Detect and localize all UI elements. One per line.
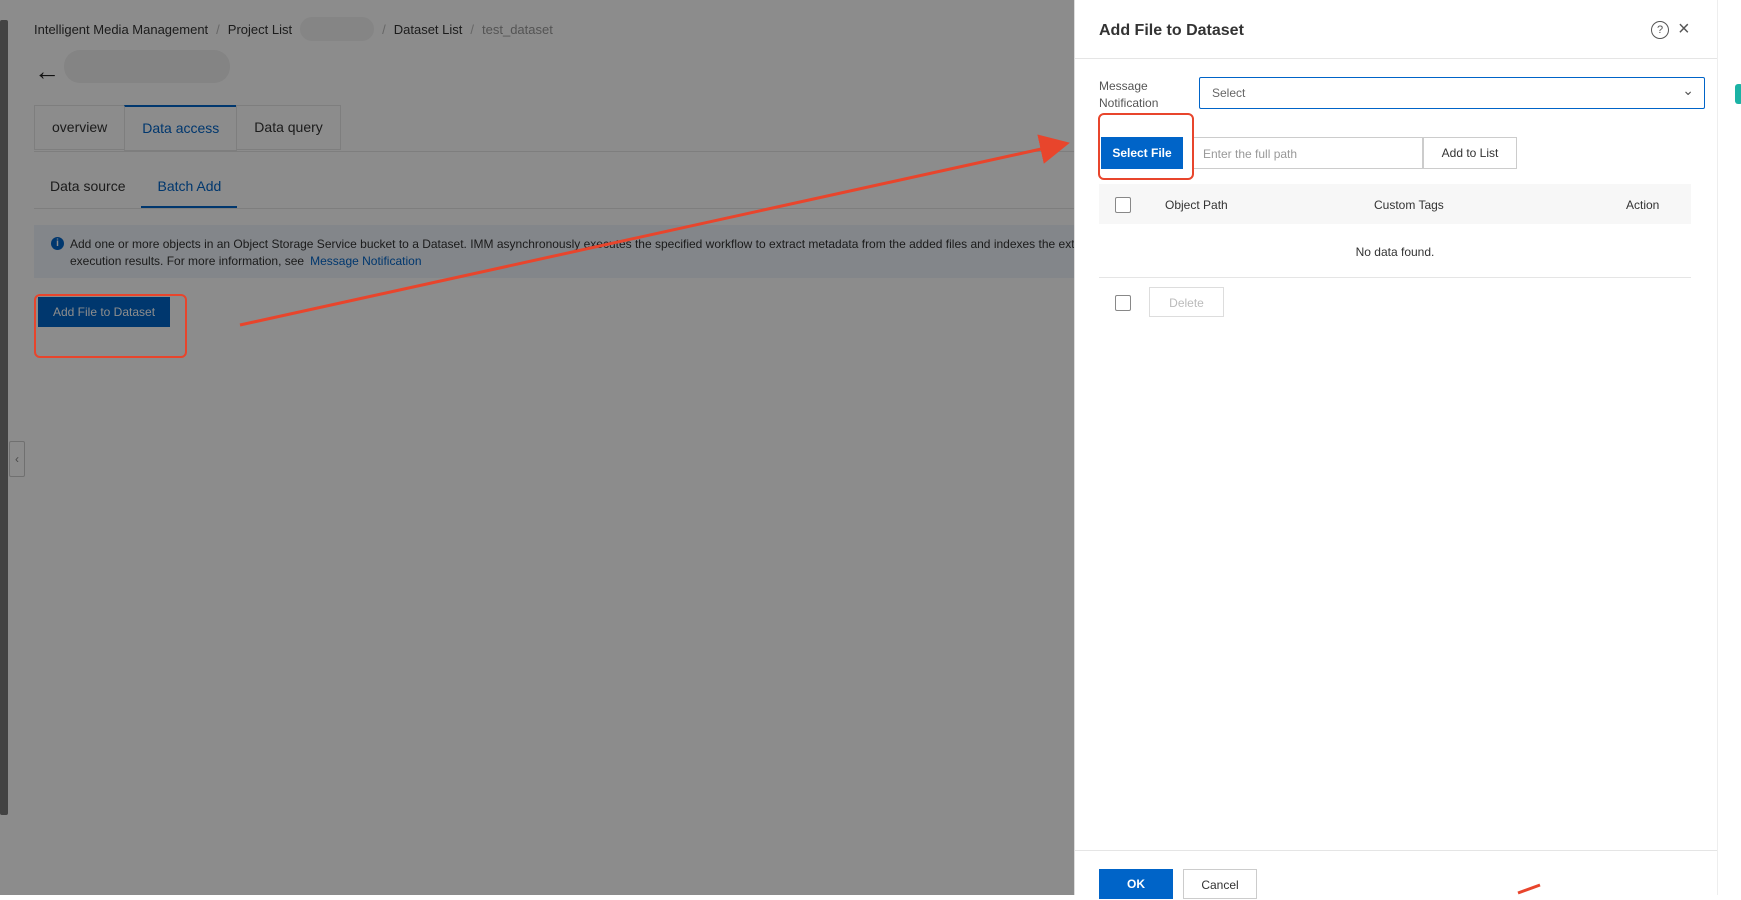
annotation-arrows [239, 134, 1541, 895]
annotation-arrow-bottom-right [1517, 883, 1541, 895]
annotation-arrow-to-select-file [239, 134, 1070, 327]
console-page: ‹ Intelligent Media Management / Project… [0, 0, 1741, 899]
